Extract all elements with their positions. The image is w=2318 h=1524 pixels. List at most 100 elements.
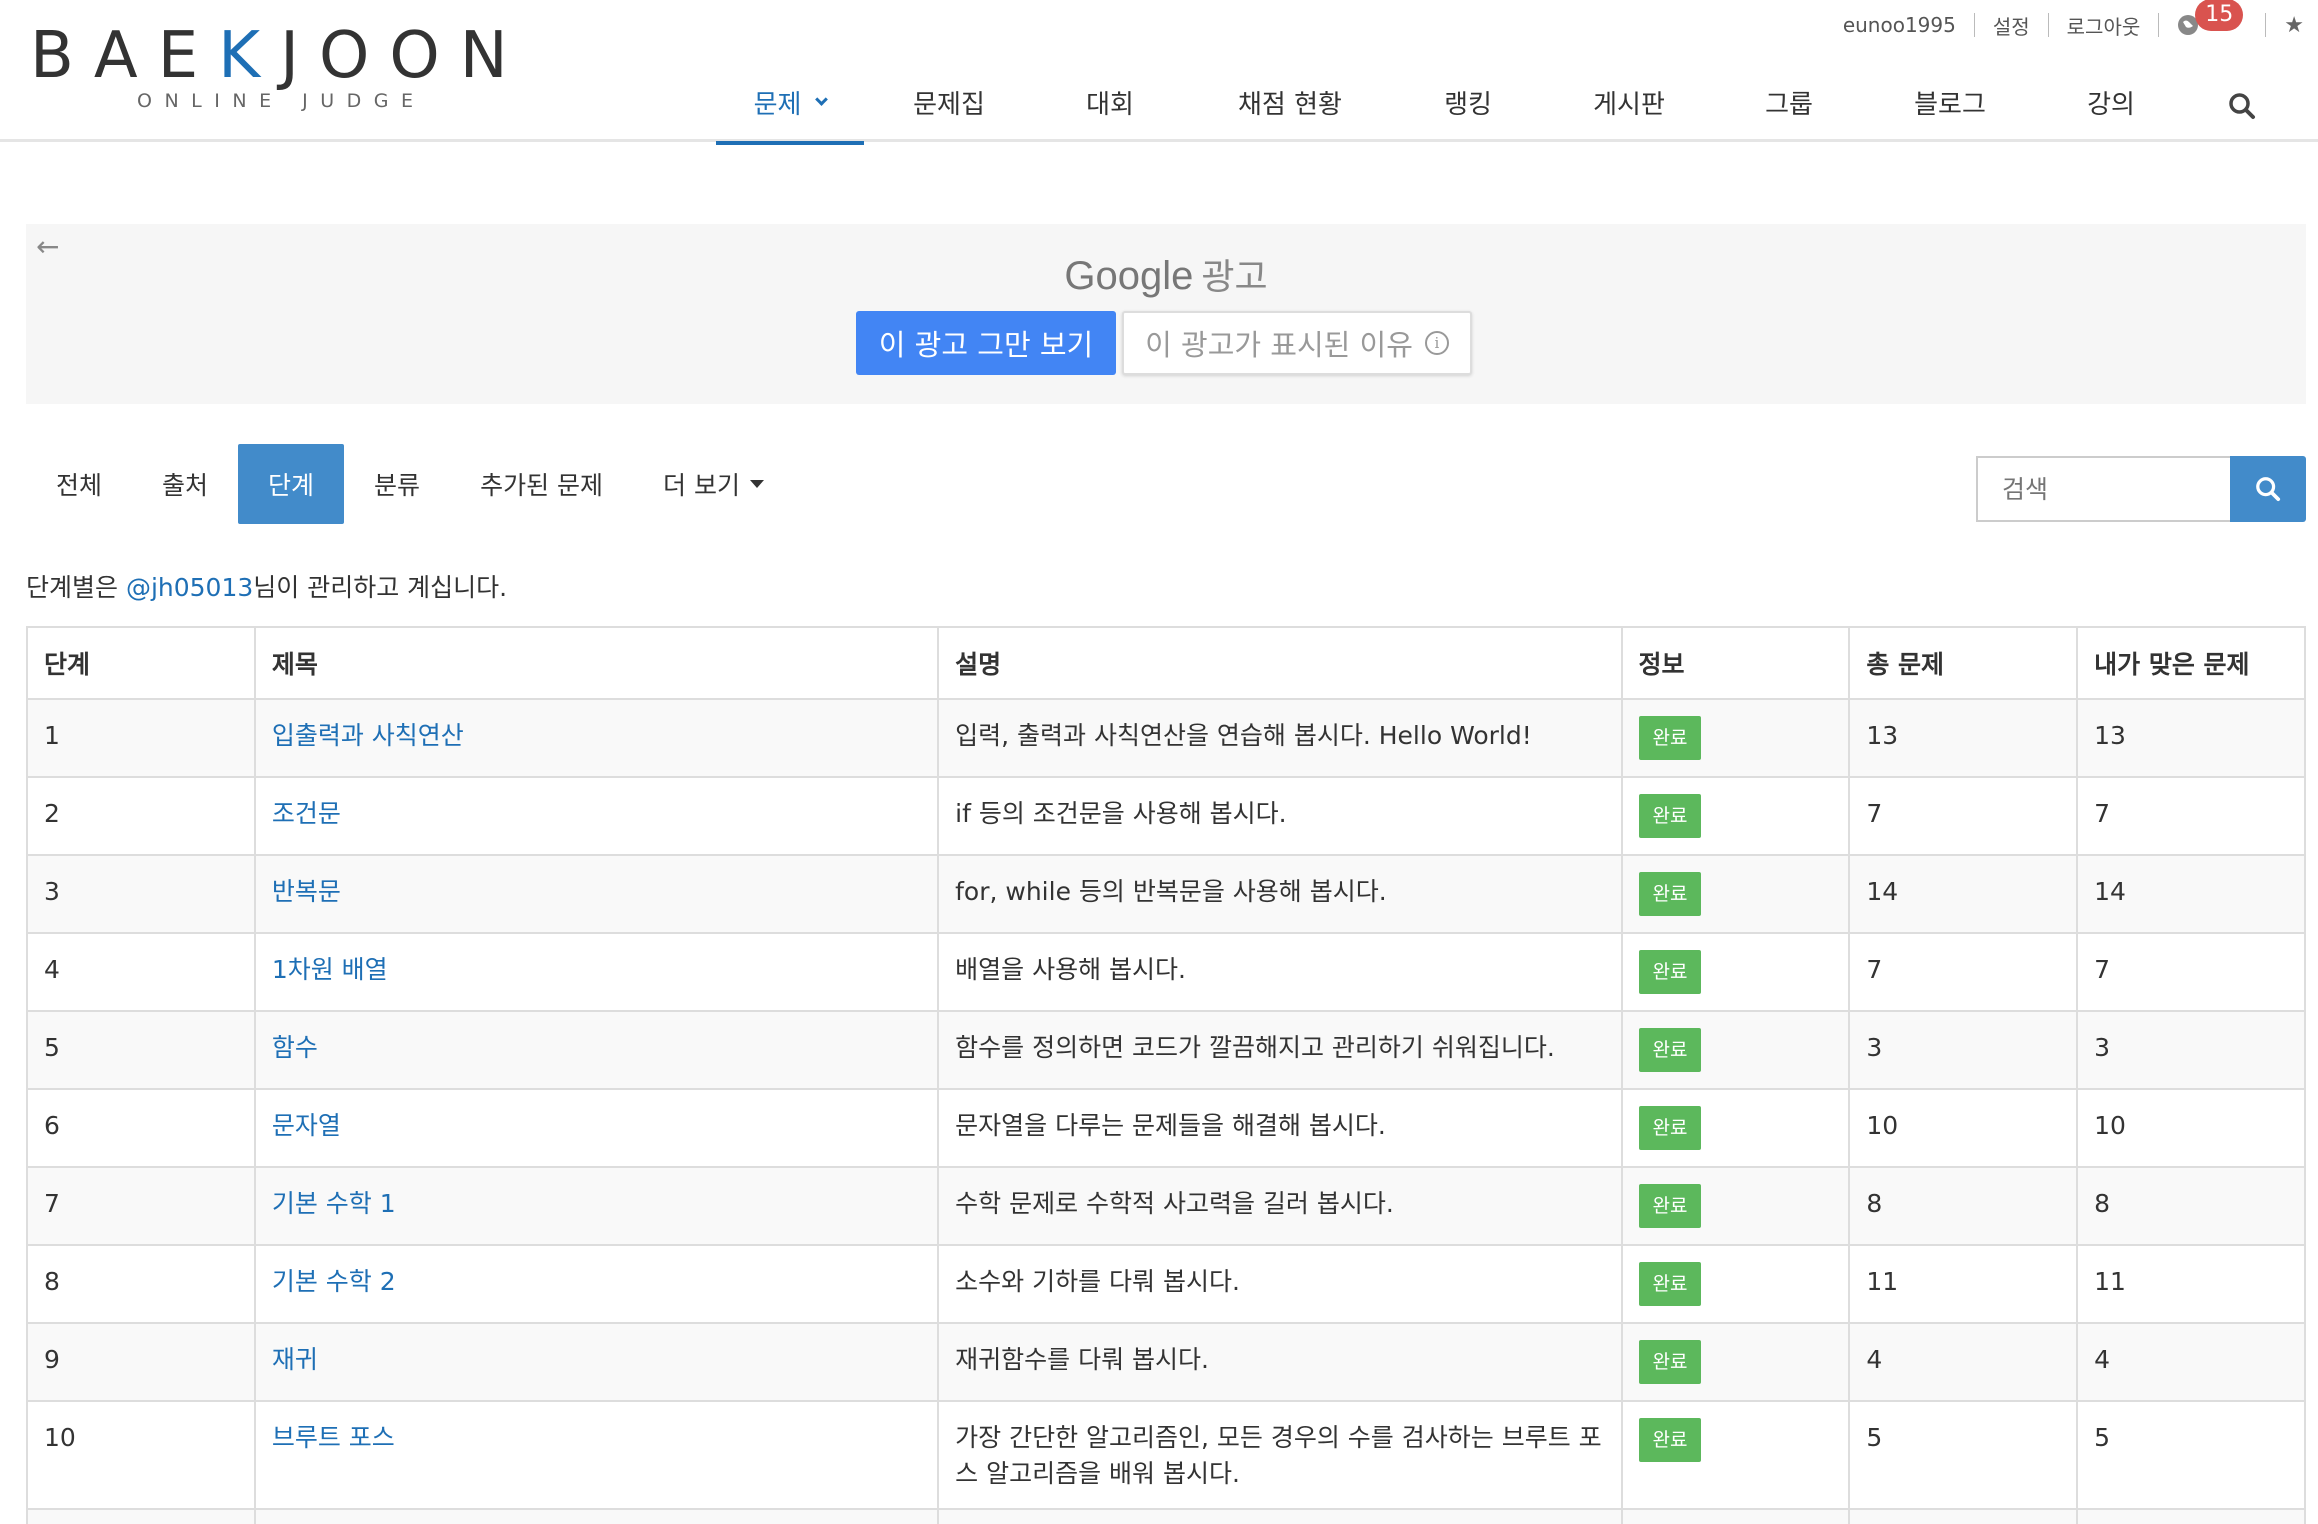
cell-solved: 10 xyxy=(2076,1088,2306,1168)
tab-step[interactable]: 단계 xyxy=(238,444,345,524)
info-icon: i xyxy=(1424,331,1449,355)
step-title-link[interactable]: 브루트 포스 xyxy=(272,1423,395,1452)
status-badge: 완료 xyxy=(1638,1184,1702,1228)
cell-total: 8 xyxy=(1848,1166,2079,1246)
nav-item-groups[interactable]: 그룹 xyxy=(1716,62,1862,142)
table-row: 7 기본 수학 1 수학 문제로 수학적 사고력을 길러 봅시다. 완료 8 8 xyxy=(26,1166,2306,1246)
cell-title: 함수 xyxy=(253,1010,940,1090)
divider xyxy=(2047,13,2049,37)
search-icon[interactable] xyxy=(2228,92,2256,120)
cell-description: 입력, 출력과 사칙연산을 연습해 봅시다. Hello World! xyxy=(937,698,1623,778)
step-title-link[interactable]: 함수 xyxy=(272,1033,318,1062)
nav-item-workbooks[interactable]: 문제집 xyxy=(864,62,1034,142)
nav-item-problems[interactable]: 문제 xyxy=(716,62,864,145)
star-icon[interactable]: ★ xyxy=(2284,13,2304,38)
step-title-link[interactable]: 문자열 xyxy=(272,1111,341,1140)
cell-info: 완료 xyxy=(1620,1088,1851,1168)
status-badge: 완료 xyxy=(1638,950,1702,994)
cell-solved: 7 xyxy=(2076,932,2306,1012)
nav-item-contests[interactable]: 대회 xyxy=(1034,62,1186,142)
tab-added[interactable]: 추가된 문제 xyxy=(450,444,633,524)
cell-step: 4 xyxy=(26,932,256,1012)
table-row: 3 반복문 for, while 등의 반복문을 사용해 봅시다. 완료 14 14 xyxy=(26,854,2306,934)
nav-item-board[interactable]: 게시판 xyxy=(1542,62,1716,142)
logout-link[interactable]: 로그아웃 xyxy=(2067,11,2141,40)
cell-info: 완료 xyxy=(1620,854,1851,934)
step-title-link[interactable]: 기본 수학 1 xyxy=(272,1189,396,1218)
logo[interactable]: BAEKJOON ONLINE JUDGE xyxy=(30,24,540,116)
ad-label: Google 광고 xyxy=(1064,254,1268,298)
cell-description: for, while 등의 반복문을 사용해 봅시다. xyxy=(937,854,1623,934)
column-header[interactable]: 내가 맞은 문제 xyxy=(2076,626,2306,700)
status-badge: 완료 xyxy=(1638,1106,1702,1150)
search-input[interactable] xyxy=(1976,456,2230,522)
cell-step: 7 xyxy=(26,1166,256,1246)
cell-step: 1 xyxy=(26,698,256,778)
nav-item-lectures[interactable]: 강의 xyxy=(2038,62,2184,142)
cell-title: 문자열 xyxy=(253,1088,940,1168)
cell-title: 반복문 xyxy=(253,854,940,934)
status-badge: 완료 xyxy=(1638,1418,1702,1462)
table-row: 9 재귀 재귀함수를 다뤄 봅시다. 완료 4 4 xyxy=(26,1322,2306,1402)
cell-solved: 10 xyxy=(2076,1508,2306,1524)
nav-item-ranking[interactable]: 랭킹 xyxy=(1394,62,1542,142)
column-header[interactable]: 총 문제 xyxy=(1848,626,2079,700)
cell-total: 4 xyxy=(1848,1322,2079,1402)
tab-all[interactable]: 전체 xyxy=(26,444,132,524)
column-header[interactable]: 설명 xyxy=(937,626,1623,700)
username-link[interactable]: eunoo1995 xyxy=(1843,13,1956,37)
cell-solved: 8 xyxy=(2076,1166,2306,1246)
cell-total: 3 xyxy=(1848,1010,2079,1090)
why-ad-button[interactable]: 이 광고가 표시된 이유 i xyxy=(1122,311,1472,375)
cell-info: 완료 xyxy=(1620,932,1851,1012)
cell-total: 11 xyxy=(1848,1244,2079,1324)
logo-wordmark: BAEKJOON xyxy=(30,19,528,93)
tab-source[interactable]: 출처 xyxy=(132,444,238,524)
stop-ad-button[interactable]: 이 광고 그만 보기 xyxy=(856,311,1116,375)
cell-title: 입출력과 사칙연산 xyxy=(253,698,940,778)
divider xyxy=(1973,13,1975,37)
main-nav: 문제 문제집 대회 채점 현황 랭킹 게시판 그룹 블로그 강의 xyxy=(716,62,2184,145)
notifications-button[interactable]: 15 xyxy=(2177,0,2247,41)
step-title-link[interactable]: 1차원 배열 xyxy=(272,955,388,984)
nav-item-blog[interactable]: 블로그 xyxy=(1862,62,2038,142)
cell-title: 기본 수학 1 xyxy=(253,1166,940,1246)
cell-step: 8 xyxy=(26,1244,256,1324)
nav-item-status[interactable]: 채점 현황 xyxy=(1186,62,1394,142)
cell-title: 기본 수학 2 xyxy=(253,1244,940,1324)
tab-more[interactable]: 더 보기 xyxy=(633,444,794,524)
step-title-link[interactable]: 반복문 xyxy=(272,877,341,906)
divider xyxy=(2158,13,2160,37)
manager-link[interactable]: @jh05013 xyxy=(126,573,253,602)
settings-link[interactable]: 설정 xyxy=(1993,11,2030,40)
search-button[interactable] xyxy=(2230,456,2306,522)
status-badge: 완료 xyxy=(1638,1028,1702,1072)
cell-info: 완료 xyxy=(1620,698,1851,778)
cell-info: 완료 xyxy=(1620,1400,1851,1510)
step-title-link[interactable]: 입출력과 사칙연산 xyxy=(272,721,464,750)
cell-solved: 13 xyxy=(2076,698,2306,778)
cell-total: 14 xyxy=(1848,854,2079,934)
column-header[interactable]: 정보 xyxy=(1620,626,1851,700)
cell-title: 1차원 배열 xyxy=(253,932,940,1012)
cell-step: 5 xyxy=(26,1010,256,1090)
cell-description: 수학 문제로 수학적 사고력을 길러 봅시다. xyxy=(937,1166,1623,1246)
tab-category[interactable]: 분류 xyxy=(344,444,450,524)
chevron-down-icon xyxy=(815,92,829,106)
table-row: 11정렬배열의 원소를 순서대로 나열하는 알고리즘을 배워 봅시다.완료101… xyxy=(26,1508,2306,1524)
cell-description: 재귀함수를 다뤄 봅시다. xyxy=(937,1322,1623,1402)
table-header-row: 단계 제목 설명 정보 총 문제 내가 맞은 문제 xyxy=(26,626,2306,700)
user-nav: eunoo1995 설정 로그아웃 15 ★ xyxy=(1843,0,2318,42)
cell-total: 7 xyxy=(1848,776,2079,856)
step-title-link[interactable]: 기본 수학 2 xyxy=(272,1267,396,1296)
column-header[interactable]: 단계 xyxy=(26,626,256,700)
step-title-link[interactable]: 재귀 xyxy=(272,1345,318,1374)
cell-total: 10 xyxy=(1848,1088,2079,1168)
cell-step: 6 xyxy=(26,1088,256,1168)
cell-title: 조건문 xyxy=(253,776,940,856)
column-header[interactable]: 제목 xyxy=(253,626,940,700)
table-row: 10 브루트 포스 가장 간단한 알고리즘인, 모든 경우의 수를 검사하는 브루트… xyxy=(26,1400,2306,1510)
step-title-link[interactable]: 조건문 xyxy=(272,799,341,828)
problem-sub-tabs: 전체 출처 단계 분류 추가된 문제 더 보기 xyxy=(26,444,794,524)
cell-step: 3 xyxy=(26,854,256,934)
